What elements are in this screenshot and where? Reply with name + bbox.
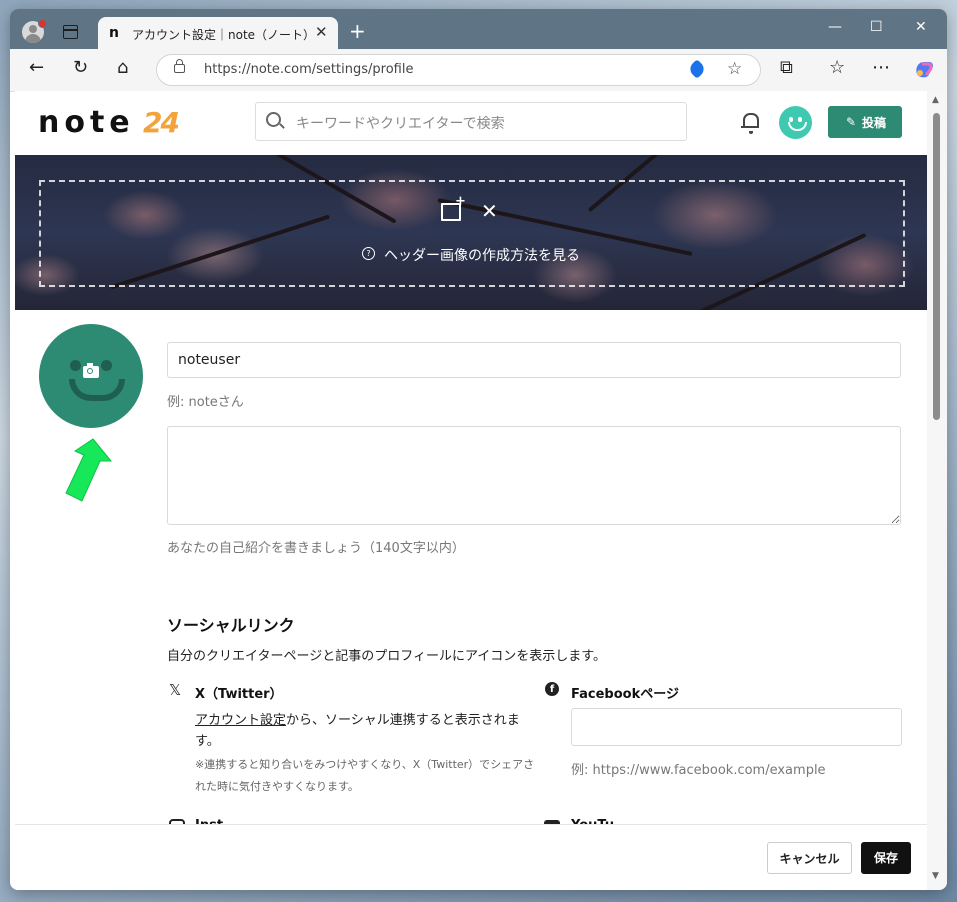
x-twitter-description: アカウント設定から、ソーシャル連携すると表示されます。: [195, 713, 520, 749]
tab-close-icon[interactable]: ✕: [315, 23, 328, 41]
cancel-button[interactable]: キャンセル: [767, 842, 852, 874]
back-icon[interactable]: ←: [29, 58, 44, 78]
bell-icon[interactable]: [741, 113, 759, 134]
name-hint: 例: noteさん: [167, 395, 244, 410]
url-text[interactable]: https://note.com/settings/profile: [204, 62, 413, 77]
note-logo[interactable]: note: [38, 105, 135, 140]
search-input[interactable]: キーワードやクリエイターで検索: [296, 113, 505, 133]
social-links-title: ソーシャルリンク: [167, 616, 295, 635]
footer-bar: キャンセル 保存: [15, 824, 927, 890]
scroll-up-icon[interactable]: ▲: [932, 95, 939, 105]
tab-account-settings[interactable]: n アカウント設定｜note（ノート） ✕: [98, 17, 338, 49]
account-settings-link[interactable]: アカウント設定: [195, 713, 286, 728]
search-box[interactable]: キーワードやクリエイターで検索: [255, 102, 687, 141]
new-tab-icon[interactable]: +: [349, 19, 366, 43]
minimize-icon[interactable]: —: [828, 19, 842, 35]
camera-icon[interactable]: [83, 363, 99, 378]
home-icon[interactable]: ⌂: [117, 58, 128, 78]
facebook-label: Facebookページ: [571, 687, 679, 702]
help-icon[interactable]: ?: [362, 247, 375, 260]
search-icon: [266, 112, 281, 127]
browser-window: n アカウント設定｜note（ノート） ✕ + — ☐ ✕ ← ↻ ⌂ http…: [10, 9, 947, 890]
x-twitter-label: X（Twitter）: [195, 687, 283, 702]
bio-textarea[interactable]: [167, 426, 901, 525]
lock-icon[interactable]: [174, 59, 185, 73]
address-toolbar: ← ↻ ⌂ https://note.com/settings/profile …: [10, 49, 947, 92]
profile-avatar-upload[interactable]: [39, 324, 143, 428]
user-avatar[interactable]: [779, 106, 812, 139]
pencil-icon: ✎: [846, 115, 857, 129]
header-upload-area[interactable]: [39, 180, 905, 287]
reload-icon[interactable]: ↻: [73, 58, 88, 78]
note-logo-badge: 24: [143, 106, 180, 139]
add-image-icon[interactable]: [441, 194, 466, 221]
tabs-icon[interactable]: [63, 25, 78, 39]
note-favicon-icon: n: [109, 25, 119, 41]
page-content: note 24 キーワードやクリエイターで検索 ✎ 投稿 ✕ ? ヘッダー画像の…: [15, 91, 927, 890]
extensions-icon[interactable]: ⧉: [780, 58, 793, 78]
social-links-description: 自分のクリエイターページと記事のプロフィールにアイコンを表示します。: [167, 649, 607, 664]
address-bar[interactable]: https://note.com/settings/profile ☆: [156, 54, 761, 86]
scrollbar[interactable]: ▲ ▼: [927, 91, 947, 890]
scrollbar-thumb[interactable]: [933, 113, 940, 420]
more-icon[interactable]: ⋯: [872, 58, 890, 78]
x-twitter-icon: 𝕏: [169, 681, 182, 699]
copilot-icon[interactable]: [913, 58, 935, 80]
facebook-hint: 例: https://www.facebook.com/example: [571, 763, 826, 778]
save-button[interactable]: 保存: [861, 842, 911, 874]
facebook-icon: f: [545, 682, 559, 696]
header-image[interactable]: ✕ ? ヘッダー画像の作成方法を見る: [15, 155, 927, 310]
name-input[interactable]: [167, 342, 901, 378]
tab-title: アカウント設定｜note（ノート）: [132, 28, 316, 42]
window-close-icon[interactable]: ✕: [915, 19, 927, 35]
title-bar: n アカウント設定｜note（ノート） ✕ + — ☐ ✕: [10, 9, 947, 49]
facebook-input[interactable]: [571, 708, 902, 746]
scroll-down-icon[interactable]: ▼: [932, 871, 939, 881]
star-icon[interactable]: ☆: [727, 59, 742, 79]
x-twitter-note: ※連携すると知り合いをみつけやすくなり、X（Twitter）でシェアされた時に気…: [195, 758, 535, 793]
bio-hint: あなたの自己紹介を書きましょう（140文字以内）: [167, 541, 465, 556]
header-help-link[interactable]: ヘッダー画像の作成方法を見る: [384, 245, 580, 265]
tag-icon[interactable]: [687, 59, 707, 79]
maximize-icon[interactable]: ☐: [870, 19, 883, 35]
green-arrow-icon: [65, 438, 113, 502]
post-button[interactable]: ✎ 投稿: [828, 106, 902, 138]
notification-dot: [38, 19, 47, 28]
close-icon[interactable]: ✕: [481, 199, 498, 223]
favorites-icon[interactable]: ☆: [829, 58, 845, 78]
